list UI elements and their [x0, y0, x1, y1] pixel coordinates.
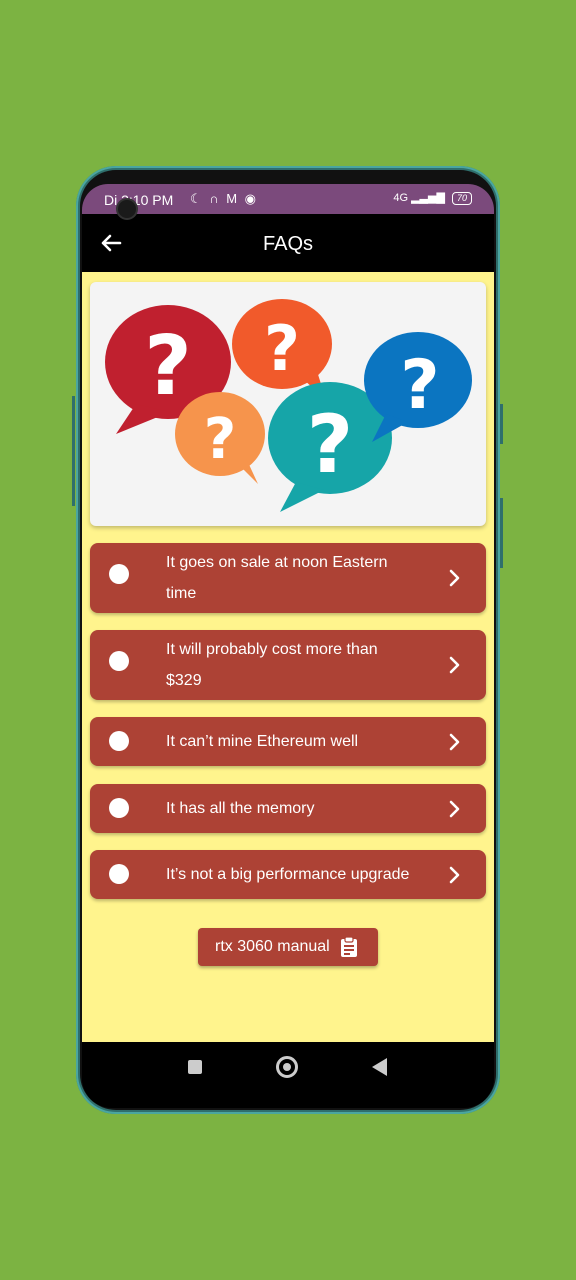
status-time: Di 3:10 PM — [104, 192, 174, 208]
chevron-right-icon — [449, 800, 460, 818]
faq-item[interactable]: It can’t mine Ethereum well — [90, 717, 486, 766]
light-orange-question-bubble: ? — [175, 392, 265, 484]
faq-item[interactable]: It goes on sale at noon Eastern time — [90, 543, 486, 613]
main-content: ? ? ? ? ? It goes on sale at noon Easter… — [82, 272, 494, 1042]
page-title: FAQs — [262, 233, 313, 255]
faq-item[interactable]: It’s not a big performance upgrade — [90, 850, 486, 899]
faq-hero-image: ? ? ? ? ? — [90, 282, 486, 526]
radio-circle-icon — [109, 564, 129, 584]
svg-text:?: ? — [307, 398, 353, 491]
question-bubbles-illustration: ? ? ? ? ? — [105, 299, 472, 512]
phone-side-button — [500, 404, 503, 444]
manual-button-label: rtx 3060 manual — [215, 938, 330, 955]
faq-item[interactable]: It has all the memory — [90, 784, 486, 833]
system-nav-bar — [82, 1042, 494, 1092]
radio-circle-icon — [109, 864, 129, 884]
faq-item-text: It has all the memory — [166, 800, 315, 817]
signal-icon: ▂▃▅▇ — [411, 192, 445, 204]
app-toolbar: FAQs — [82, 214, 494, 272]
faq-item-text: It will probably cost more than $329 — [166, 641, 378, 689]
faq-item[interactable]: It will probably cost more than $329 — [90, 630, 486, 700]
faq-item-text: It goes on sale at noon Eastern time — [166, 554, 388, 602]
network-label: 4G — [393, 192, 409, 204]
system-back-icon[interactable] — [372, 1058, 387, 1076]
home-icon[interactable] — [276, 1056, 298, 1078]
radio-circle-icon — [109, 731, 129, 751]
recent-apps-icon[interactable] — [188, 1060, 202, 1074]
status-right-group: 4G ▂▃▅▇ 70 — [393, 191, 472, 205]
status-bar: Di 3:10 PM ☾ ∩ M ◉ 4G ▂▃▅▇ 70 — [82, 184, 494, 214]
chevron-right-icon — [449, 569, 460, 587]
faq-item-text: It can’t mine Ethereum well — [166, 733, 359, 750]
app-screen: Di 3:10 PM ☾ ∩ M ◉ 4G ▂▃▅▇ 70 FAQs ? ? ?… — [82, 184, 494, 1108]
phone-side-button — [72, 396, 75, 506]
svg-text:?: ? — [144, 319, 192, 414]
chevron-right-icon — [449, 733, 460, 751]
svg-text:?: ? — [204, 407, 236, 472]
front-camera — [118, 200, 136, 218]
battery-icon: 70 — [451, 192, 472, 205]
chevron-right-icon — [449, 656, 460, 674]
phone-side-button — [500, 498, 503, 568]
radio-circle-icon — [109, 798, 129, 818]
manual-button[interactable]: rtx 3060 manual — [198, 928, 378, 966]
svg-text:?: ? — [264, 312, 300, 385]
svg-text:?: ? — [400, 346, 439, 425]
radio-circle-icon — [109, 651, 129, 671]
status-notification-icons: ☾ ∩ M ◉ — [190, 191, 259, 206]
clipboard-icon — [341, 936, 357, 957]
chevron-right-icon — [449, 866, 460, 884]
faq-item-text: It’s not a big performance upgrade — [166, 866, 410, 883]
